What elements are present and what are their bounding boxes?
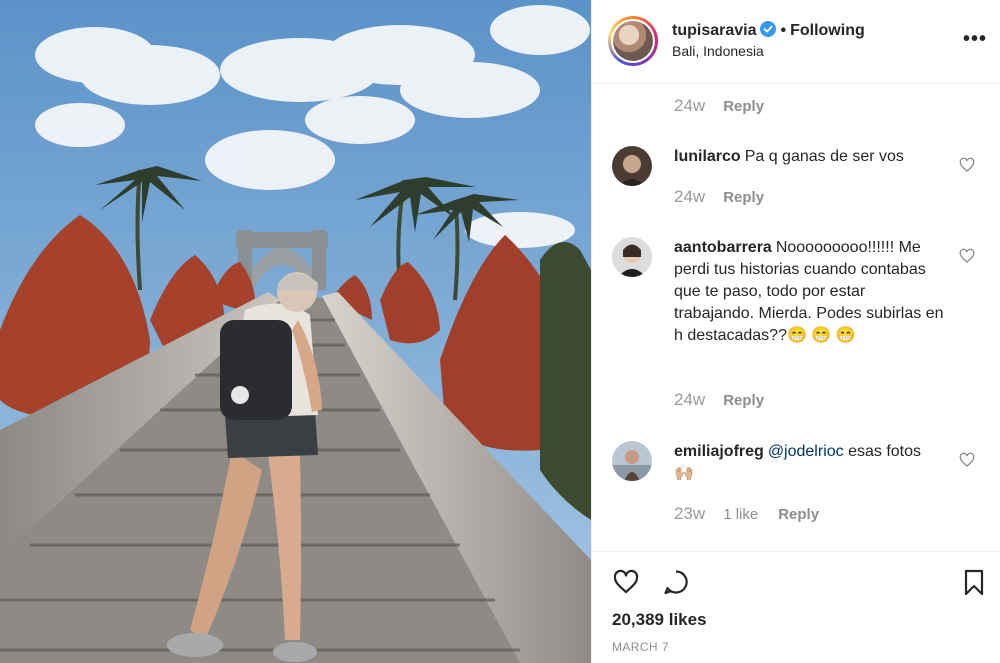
comment-time[interactable]: 24w — [674, 96, 705, 115]
author-line: tupisaravia • Following — [672, 21, 865, 40]
comment-meta: 24w Reply — [674, 187, 784, 207]
author-username[interactable]: tupisaravia — [672, 22, 756, 39]
comment-time[interactable]: 23w — [674, 504, 705, 523]
comment-text: Pa q ganas de ser vos — [744, 148, 904, 165]
post-detail-panel: tupisaravia • Following Bali, Indonesia •… — [591, 0, 1000, 663]
following-button[interactable]: Following — [790, 22, 865, 39]
reply-button[interactable]: Reply — [723, 189, 764, 206]
reply-button[interactable]: Reply — [778, 506, 819, 523]
comment-username[interactable]: emiliajofreg — [674, 443, 764, 460]
heart-icon[interactable] — [612, 568, 640, 596]
post-photo[interactable] — [0, 0, 591, 663]
avatar-image — [613, 21, 653, 61]
author-avatar[interactable] — [608, 16, 658, 66]
photo-image — [0, 0, 591, 663]
commenter-avatar[interactable] — [612, 146, 652, 186]
avatar-image — [612, 146, 652, 186]
post-location[interactable]: Bali, Indonesia — [672, 43, 764, 59]
header-separator: • — [780, 22, 787, 39]
post-header: tupisaravia • Following Bali, Indonesia •… — [592, 0, 1000, 84]
heart-icon[interactable] — [959, 248, 975, 264]
comment-likes[interactable]: 1 like — [723, 506, 758, 523]
comment-meta: 23w 1 like Reply — [674, 504, 839, 524]
comments-list[interactable]: 24w Reply lunilarco Pa q ganas de ser vos … — [592, 85, 1000, 551]
comment-icon[interactable] — [662, 568, 690, 596]
comment-time[interactable]: 24w — [674, 390, 705, 409]
comment-meta: 24w Reply — [674, 390, 784, 410]
comment-body: aantobarrera Nooooooooo!!!!!! Me perdi tu… — [674, 237, 944, 347]
reply-button[interactable]: Reply — [723, 392, 764, 409]
likes-count[interactable]: 20,389 likes — [612, 610, 707, 630]
comment-username[interactable]: aantobarrera — [674, 239, 772, 256]
comment-mention[interactable]: @jodelrioc — [768, 443, 844, 460]
comment-body: emiliajofreg @jodelrioc esas fotos 🙌🏼 — [674, 441, 944, 485]
avatar-inner — [611, 19, 655, 63]
verified-badge-icon — [760, 21, 777, 37]
heart-icon[interactable] — [959, 157, 975, 173]
more-options-icon[interactable]: ••• — [963, 28, 987, 51]
comment-body: lunilarco Pa q ganas de ser vos — [674, 146, 944, 168]
avatar-image — [612, 237, 652, 277]
reply-button[interactable]: Reply — [723, 98, 764, 115]
commenter-avatar[interactable] — [612, 441, 652, 481]
comment-time[interactable]: 24w — [674, 187, 705, 206]
post-actions: 20,389 likes MARCH 7 — [592, 551, 1000, 663]
comment-username[interactable]: lunilarco — [674, 148, 741, 165]
avatar-image — [612, 441, 652, 481]
post-date[interactable]: MARCH 7 — [612, 640, 669, 654]
commenter-avatar[interactable] — [612, 237, 652, 277]
heart-icon[interactable] — [959, 452, 975, 468]
comment-meta: 24w Reply — [674, 96, 784, 116]
bookmark-icon[interactable] — [960, 568, 988, 596]
